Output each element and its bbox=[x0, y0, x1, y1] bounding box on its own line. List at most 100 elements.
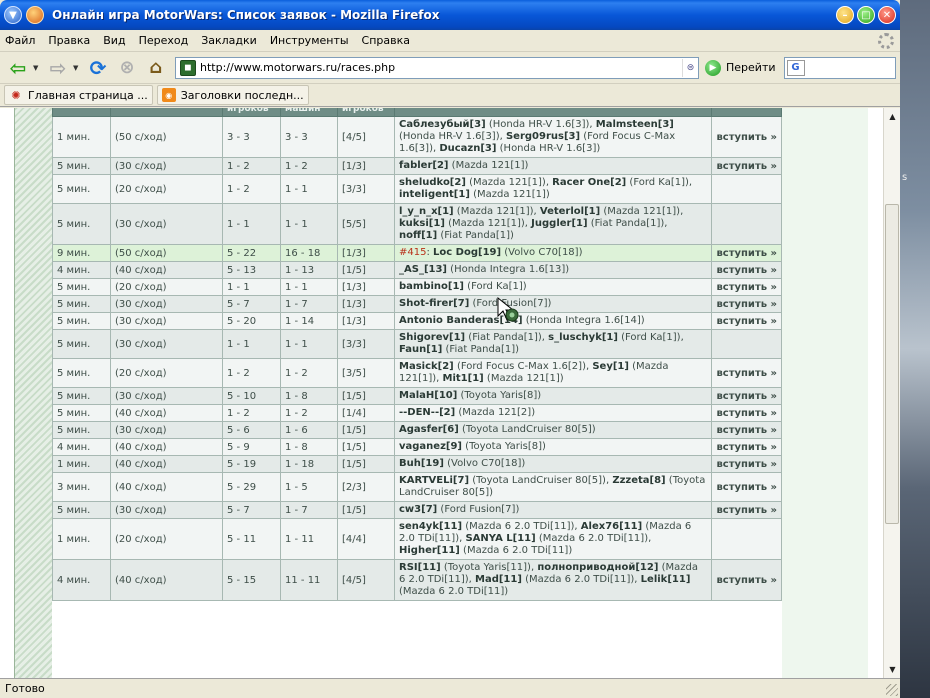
cell-cars-range: 1 - 7 bbox=[280, 501, 338, 519]
resize-grip-icon[interactable] bbox=[886, 684, 898, 696]
cell-count: [1/5] bbox=[337, 501, 395, 519]
join-race-link[interactable]: вступить » bbox=[711, 157, 782, 175]
menu-file[interactable]: Файл bbox=[5, 34, 35, 47]
menu-bar: Файл Правка Вид Переход Закладки Инструм… bbox=[0, 30, 900, 52]
cell-players-range: 5 - 15 bbox=[222, 559, 281, 601]
back-button[interactable]: ⇦ bbox=[4, 54, 32, 82]
cell-participants: #415: Loc Dog[19] (Volvo C70[18]) bbox=[393, 244, 713, 262]
table-row: 5 мин. (30 с/ход) 5 - 71 - 7 [1/5] cw3[7] (F… bbox=[52, 501, 782, 519]
menu-edit[interactable]: Правка bbox=[48, 34, 90, 47]
menu-tools[interactable]: Инструменты bbox=[270, 34, 349, 47]
table-row: 5 мин. (40 с/ход) 1 - 21 - 2 [1/4] --DEN--[2… bbox=[52, 404, 782, 422]
bookmark-home-page[interactable]: ✺ Главная страница ... bbox=[4, 85, 153, 105]
column-header bbox=[393, 108, 713, 117]
cell-time: 5 мин. bbox=[52, 157, 111, 175]
cell-time: 5 мин. bbox=[52, 404, 111, 422]
join-race-link[interactable]: вступить » bbox=[711, 261, 782, 279]
cell-count: [1/3] bbox=[337, 157, 395, 175]
cell-players-range: 5 - 22 bbox=[222, 244, 281, 262]
address-bar[interactable]: ◼ ⊜ bbox=[175, 56, 699, 79]
join-race-link bbox=[711, 203, 782, 245]
join-race-link[interactable]: вступить » bbox=[711, 295, 782, 313]
menu-bookmarks[interactable]: Закладки bbox=[201, 34, 257, 47]
close-button[interactable]: ✕ bbox=[878, 6, 896, 24]
table-row: 1 мин. (40 с/ход) 5 - 19 1 - 18 [1/5] Buh[19]… bbox=[52, 455, 782, 473]
cell-players-range: 1 - 2 bbox=[222, 157, 281, 175]
join-race-link[interactable]: вступить » bbox=[711, 244, 782, 262]
join-race-link[interactable]: вступить » bbox=[711, 278, 782, 296]
stop-button[interactable]: ⊗ bbox=[113, 54, 141, 82]
cell-participants: sheludko[2] (Mazda 121[1]), Racer One[2]… bbox=[393, 174, 713, 204]
cell-participants: RSI[11] (Toyota Yaris[11]), полноприводн… bbox=[393, 559, 713, 601]
cell-cars-range: 1 - 14 bbox=[280, 312, 338, 330]
cell-count: [5/5] bbox=[337, 203, 395, 245]
minimize-button[interactable]: – bbox=[836, 6, 854, 24]
table-row: 4 мин. (40 с/ход) 5 - 13 1 - 13 [1/5] _AS_[13… bbox=[52, 261, 782, 279]
mouse-cursor-icon bbox=[497, 296, 519, 322]
cell-rate: (20 с/ход) bbox=[110, 518, 223, 560]
search-box[interactable]: G bbox=[783, 56, 896, 79]
cell-rate: (40 с/ход) bbox=[110, 455, 223, 473]
join-race-link[interactable]: вступить » bbox=[711, 312, 782, 330]
join-race-link[interactable]: вступить » bbox=[711, 472, 782, 502]
cell-players-range: 5 - 6 bbox=[222, 421, 281, 439]
menu-go[interactable]: Переход bbox=[139, 34, 189, 47]
join-race-link bbox=[711, 174, 782, 204]
cell-cars-range: 1 - 11 bbox=[280, 518, 338, 560]
menu-view[interactable]: Вид bbox=[103, 34, 125, 47]
cell-cars-range: 1 - 6 bbox=[280, 421, 338, 439]
window-menu-icon[interactable]: ▼ bbox=[4, 6, 22, 24]
cell-participants: fabler[2] (Mazda 121[1]) bbox=[393, 157, 713, 175]
go-arrow-icon: ▶ bbox=[705, 59, 721, 76]
cell-players-range: 5 - 7 bbox=[222, 295, 281, 313]
cell-cars-range: 1 - 2 bbox=[280, 358, 338, 388]
cell-time: 4 мин. bbox=[52, 261, 111, 279]
cell-count: [3/3] bbox=[337, 329, 395, 359]
cell-rate: (30 с/ход) bbox=[110, 312, 223, 330]
cell-count: [3/5] bbox=[337, 358, 395, 388]
go-button[interactable]: ▶ Перейти bbox=[705, 59, 776, 76]
bookmark-label: Заголовки последн... bbox=[180, 88, 304, 102]
join-race-link[interactable]: вступить » bbox=[711, 501, 782, 519]
scroll-down-arrow-icon[interactable]: ▼ bbox=[884, 661, 900, 678]
browser-window: ▼ Онлайн игра MotorWars: Список заявок -… bbox=[0, 0, 900, 698]
cell-rate: (40 с/ход) bbox=[110, 559, 223, 601]
scrollbar-thumb[interactable] bbox=[885, 204, 899, 524]
table-row: 5 мин. (20 с/ход) 1 - 21 - 1 [3/3] sheludko[… bbox=[52, 174, 782, 204]
forward-history-dropdown[interactable]: ▼ bbox=[73, 64, 81, 72]
cell-participants: vaganez[9] (Toyota Yaris[8]) bbox=[393, 438, 713, 456]
join-race-link[interactable]: вступить » bbox=[711, 455, 782, 473]
cell-cars-range: 1 - 1 bbox=[280, 174, 338, 204]
home-button[interactable]: ⌂ bbox=[142, 54, 170, 82]
join-race-link[interactable]: вступить » bbox=[711, 559, 782, 601]
vertical-scrollbar[interactable]: ▲ ▼ bbox=[883, 108, 900, 678]
races-table-body: 1 мин. (50 с/ход) 3 - 33 - 3 [4/5] Саблезубы… bbox=[52, 116, 782, 601]
join-race-link[interactable]: вступить » bbox=[711, 404, 782, 422]
forward-button[interactable]: ⇨ bbox=[44, 54, 72, 82]
cell-players-range: 5 - 11 bbox=[222, 518, 281, 560]
url-input[interactable] bbox=[200, 61, 682, 74]
search-engine-icon[interactable]: G bbox=[786, 59, 805, 76]
column-header: игроков bbox=[222, 108, 281, 117]
title-bar[interactable]: ▼ Онлайн игра MotorWars: Список заявок -… bbox=[0, 0, 900, 30]
menu-help[interactable]: Справка bbox=[362, 34, 410, 47]
stop-icon: ⊗ bbox=[119, 57, 135, 78]
cell-count: [1/5] bbox=[337, 455, 395, 473]
join-race-link[interactable]: вступить » bbox=[711, 421, 782, 439]
join-race-link[interactable]: вступить » bbox=[711, 116, 782, 158]
maximize-button[interactable]: □ bbox=[857, 6, 875, 24]
go-label: Перейти bbox=[726, 61, 776, 74]
scroll-up-arrow-icon[interactable]: ▲ bbox=[884, 108, 900, 125]
join-race-link[interactable]: вступить » bbox=[711, 358, 782, 388]
join-race-link[interactable]: вступить » bbox=[711, 438, 782, 456]
bookmark-latest-headlines[interactable]: ◉ Заголовки последн... bbox=[156, 85, 309, 105]
cell-cars-range: 1 - 18 bbox=[280, 455, 338, 473]
back-history-dropdown[interactable]: ▼ bbox=[33, 64, 41, 72]
cell-players-range: 3 - 3 bbox=[222, 116, 281, 158]
reload-button[interactable]: ⟳ bbox=[84, 54, 112, 82]
cell-cars-range: 3 - 3 bbox=[280, 116, 338, 158]
cell-participants: Masick[2] (Ford Focus C-Max 1.6[2]), Sey… bbox=[393, 358, 713, 388]
join-race-link[interactable]: вступить » bbox=[711, 387, 782, 405]
cell-players-range: 1 - 1 bbox=[222, 329, 281, 359]
url-history-dropdown[interactable]: ⊜ bbox=[682, 58, 698, 77]
